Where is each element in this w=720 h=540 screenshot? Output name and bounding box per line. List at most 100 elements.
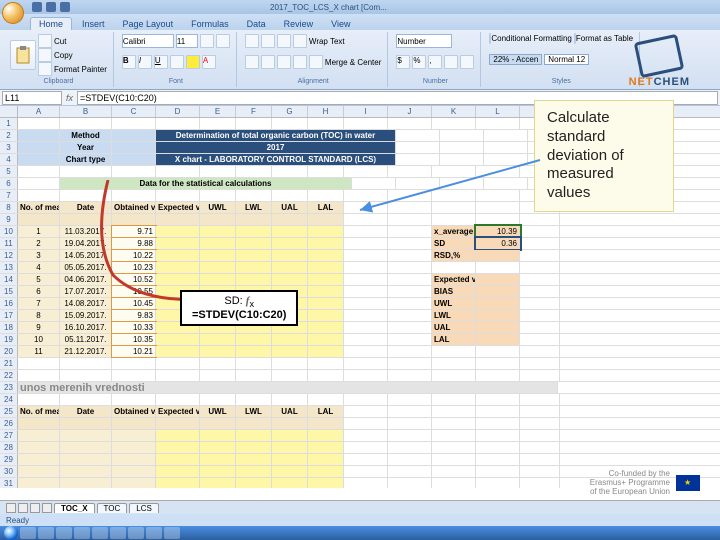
cell[interactable]: 11.03.2017.: [60, 226, 112, 237]
cell[interactable]: [236, 238, 272, 249]
cell[interactable]: 6: [18, 286, 60, 297]
cell[interactable]: [60, 394, 112, 405]
cell[interactable]: [200, 262, 236, 273]
row-header-17[interactable]: 17: [0, 310, 18, 321]
cell[interactable]: [112, 214, 156, 225]
cell[interactable]: [18, 442, 60, 453]
cell[interactable]: [308, 418, 344, 429]
cell[interactable]: [156, 118, 200, 129]
cell[interactable]: [308, 166, 344, 177]
col-H[interactable]: H: [308, 106, 344, 117]
cell[interactable]: [432, 478, 476, 488]
cell[interactable]: [344, 190, 388, 201]
cell[interactable]: [432, 358, 476, 369]
cell[interactable]: [272, 226, 308, 237]
cell[interactable]: [476, 418, 520, 429]
currency-icon[interactable]: $: [396, 55, 410, 69]
cell[interactable]: [344, 310, 388, 321]
cell[interactable]: [344, 406, 388, 417]
cell[interactable]: [388, 274, 432, 285]
row-header-14[interactable]: 14: [0, 274, 18, 285]
cell[interactable]: 04.06.2017.: [60, 274, 112, 285]
cell[interactable]: [432, 418, 476, 429]
font-color-button[interactable]: A: [202, 55, 216, 69]
cell[interactable]: [344, 298, 388, 309]
cell[interactable]: [388, 262, 432, 273]
cell[interactable]: [112, 130, 156, 141]
fill-color-button[interactable]: [186, 55, 200, 69]
cell[interactable]: 9: [18, 322, 60, 333]
cell[interactable]: [440, 178, 484, 189]
cell[interactable]: [236, 214, 272, 225]
cell[interactable]: [432, 166, 476, 177]
cell[interactable]: [236, 370, 272, 381]
cell[interactable]: [520, 262, 560, 273]
cell[interactable]: [520, 346, 560, 357]
row-header-19[interactable]: 19: [0, 334, 18, 345]
cell[interactable]: [156, 430, 200, 441]
cell[interactable]: [476, 406, 520, 417]
cell[interactable]: 11: [18, 346, 60, 357]
cell[interactable]: [272, 430, 308, 441]
tab-review[interactable]: Review: [276, 18, 322, 30]
cell[interactable]: [520, 334, 560, 345]
cell[interactable]: [236, 274, 272, 285]
paste-button[interactable]: [10, 40, 36, 70]
cell[interactable]: [476, 430, 520, 441]
cell[interactable]: [520, 238, 560, 249]
cell[interactable]: [432, 202, 476, 213]
align-left-icon[interactable]: [245, 55, 259, 69]
row-header-29[interactable]: 29: [0, 454, 18, 465]
cell[interactable]: 14.05.2017.: [60, 250, 112, 261]
cell[interactable]: [344, 274, 388, 285]
format-painter-button[interactable]: Format Painter: [38, 62, 107, 76]
cut-button[interactable]: Cut: [38, 34, 107, 48]
cell[interactable]: [396, 130, 440, 141]
cell[interactable]: [352, 178, 396, 189]
cell[interactable]: [520, 274, 560, 285]
cell[interactable]: [156, 226, 200, 237]
row-header-28[interactable]: 28: [0, 442, 18, 453]
cell[interactable]: [484, 142, 528, 153]
cell[interactable]: [308, 298, 344, 309]
row-header-15[interactable]: 15: [0, 286, 18, 297]
taskbar-app-1[interactable]: [20, 527, 36, 539]
qat-save-icon[interactable]: [32, 2, 42, 12]
cell[interactable]: [200, 454, 236, 465]
cell[interactable]: [388, 346, 432, 357]
cell[interactable]: [112, 430, 156, 441]
cell[interactable]: 1: [18, 226, 60, 237]
row-header-1[interactable]: 1: [0, 118, 18, 129]
cell[interactable]: [432, 190, 476, 201]
cell[interactable]: [388, 442, 432, 453]
cell[interactable]: [344, 358, 388, 369]
cell[interactable]: [112, 394, 156, 405]
cell[interactable]: [388, 418, 432, 429]
cell[interactable]: [236, 118, 272, 129]
cell[interactable]: [236, 250, 272, 261]
cell[interactable]: [520, 406, 560, 417]
cell[interactable]: [156, 250, 200, 261]
cell[interactable]: [308, 238, 344, 249]
cell[interactable]: [272, 334, 308, 345]
cell[interactable]: [200, 346, 236, 357]
cell[interactable]: [112, 418, 156, 429]
row-header-16[interactable]: 16: [0, 298, 18, 309]
cell[interactable]: [388, 478, 432, 488]
taskbar-app-2[interactable]: [38, 527, 54, 539]
cell[interactable]: [18, 118, 60, 129]
cell[interactable]: [236, 334, 272, 345]
cell[interactable]: UAL: [272, 406, 308, 417]
col-J[interactable]: J: [388, 106, 432, 117]
cell[interactable]: [18, 190, 60, 201]
tab-home[interactable]: Home: [30, 17, 72, 30]
cell[interactable]: [432, 370, 476, 381]
cell[interactable]: [18, 214, 60, 225]
cell[interactable]: [308, 478, 344, 488]
cell[interactable]: [476, 442, 520, 453]
cell[interactable]: [156, 262, 200, 273]
cell[interactable]: [60, 358, 112, 369]
underline-button[interactable]: U: [154, 55, 168, 69]
cell[interactable]: [388, 250, 432, 261]
cell[interactable]: [440, 130, 484, 141]
